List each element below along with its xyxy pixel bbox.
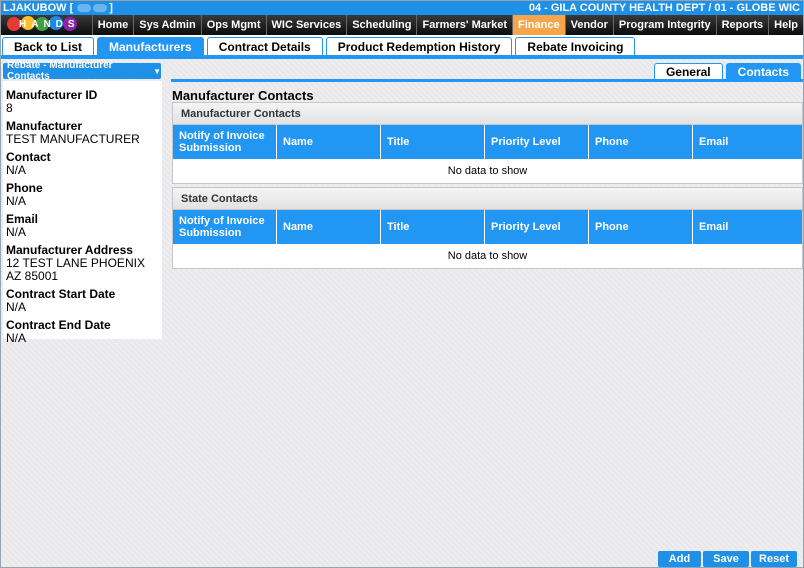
contacts-view-dropdown[interactable]: Rebate - Manufacturer Contacts ▼: [3, 60, 161, 82]
field-value: N/A: [6, 225, 27, 239]
tab-contract-details[interactable]: Contract Details: [206, 37, 323, 55]
empty-message: No data to show: [447, 165, 528, 177]
field-manufacturer: Manufacturer TEST MANUFACTURER: [6, 120, 162, 146]
tab-contacts[interactable]: Contacts: [725, 63, 801, 79]
nav-wic-services[interactable]: WIC Services: [265, 15, 347, 35]
state-contacts-grid: State Contacts Notify of Invoice Submiss…: [172, 187, 803, 269]
detail-tabs: General Contacts: [171, 63, 803, 82]
col-name[interactable]: Name: [277, 210, 381, 244]
grid-header: Notify of Invoice Submission Name Title …: [173, 210, 802, 244]
grid-title: Manufacturer Contacts: [173, 103, 802, 125]
col-priority-level[interactable]: Priority Level: [485, 125, 589, 159]
username-suffix: ]: [109, 2, 113, 14]
nav-items: Home Sys Admin Ops Mgmt WIC Services Sch…: [91, 15, 803, 35]
user-status-bar: LJAKUBOW [ ] 04 - GILA COUNTY HEALTH DEP…: [1, 1, 803, 15]
empty-message: No data to show: [447, 250, 528, 262]
col-name[interactable]: Name: [277, 125, 381, 159]
agency-label: 04 - GILA COUNTY HEALTH DEPT / 01 - GLOB…: [528, 2, 800, 14]
main-nav: HANDS Home Sys Admin Ops Mgmt WIC Servic…: [1, 15, 803, 35]
tab-manufacturers[interactable]: Manufacturers: [97, 37, 204, 55]
chevron-down-icon: ▼: [153, 66, 161, 76]
manufacturer-summary-panel: Manufacturer ID 8 Manufacturer TEST MANU…: [3, 81, 162, 345]
nav-scheduling[interactable]: Scheduling: [346, 15, 416, 35]
nav-finance[interactable]: Finance: [512, 15, 565, 35]
col-phone[interactable]: Phone: [589, 125, 693, 159]
col-notify[interactable]: Notify of Invoice Submission: [173, 125, 277, 159]
action-buttons: Add Save Reset: [658, 551, 797, 567]
nav-farmers-market[interactable]: Farmers' Market: [416, 15, 512, 35]
field-manufacturer-id: Manufacturer ID 8: [6, 89, 162, 115]
field-label: Phone: [6, 181, 43, 195]
page-title: Manufacturer Contacts: [172, 88, 314, 103]
col-title[interactable]: Title: [381, 125, 485, 159]
field-value: 8: [6, 101, 13, 115]
grid-header: Notify of Invoice Submission Name Title …: [173, 125, 802, 159]
field-phone: Phone N/A: [6, 182, 162, 208]
field-value: N/A: [6, 331, 27, 345]
field-label: Manufacturer ID: [6, 88, 98, 102]
nav-home[interactable]: Home: [91, 15, 134, 35]
col-email[interactable]: Email: [693, 210, 800, 244]
field-value: N/A: [6, 194, 27, 208]
field-contract-end-date: Contract End Date N/A: [6, 319, 162, 345]
username: LJAKUBOW [: [3, 2, 74, 14]
nav-sys-admin[interactable]: Sys Admin: [133, 15, 200, 35]
field-manufacturer-address: Manufacturer Address 12 TEST LANE PHOENI…: [6, 244, 162, 283]
field-email: Email N/A: [6, 213, 162, 239]
nav-help[interactable]: Help: [768, 15, 803, 35]
field-label: Contract Start Date: [6, 287, 116, 301]
subtab-row: Back to List Manufacturers Contract Deta…: [1, 35, 803, 59]
col-email[interactable]: Email: [693, 125, 800, 159]
nav-vendor[interactable]: Vendor: [564, 15, 613, 35]
manufacturer-contacts-grid: Manufacturer Contacts Notify of Invoice …: [172, 102, 803, 184]
field-label: Contract End Date: [6, 318, 111, 332]
reset-button[interactable]: Reset: [751, 551, 797, 567]
field-value: TEST MANUFACTURER: [6, 132, 140, 146]
logo-text: HANDS: [19, 19, 80, 30]
field-value: N/A: [6, 163, 27, 177]
col-priority-level[interactable]: Priority Level: [485, 210, 589, 244]
field-value: N/A: [6, 300, 27, 314]
nav-reports[interactable]: Reports: [715, 15, 769, 35]
save-button[interactable]: Save: [703, 551, 749, 567]
field-label: Email: [6, 212, 39, 226]
tab-general[interactable]: General: [653, 63, 723, 79]
nav-ops-mgmt[interactable]: Ops Mgmt: [200, 15, 266, 35]
field-contact: Contact N/A: [6, 151, 162, 177]
field-label: Contact: [6, 150, 51, 164]
field-contract-start-date: Contract Start Date N/A: [6, 288, 162, 314]
hands-logo[interactable]: HANDS: [1, 15, 77, 35]
user-buttons[interactable]: [77, 4, 108, 12]
user-info: LJAKUBOW [ ]: [3, 2, 113, 14]
tab-back-to-list[interactable]: Back to List: [2, 37, 95, 55]
col-title[interactable]: Title: [381, 210, 485, 244]
tab-product-redemption-history[interactable]: Product Redemption History: [325, 37, 513, 55]
col-notify[interactable]: Notify of Invoice Submission: [173, 210, 277, 244]
nav-program-integrity[interactable]: Program Integrity: [612, 15, 716, 35]
col-phone[interactable]: Phone: [589, 210, 693, 244]
grid-title: State Contacts: [173, 188, 802, 210]
field-value: 12 TEST LANE PHOENIX AZ 85001: [6, 256, 145, 283]
tab-rebate-invoicing[interactable]: Rebate Invoicing: [515, 37, 636, 55]
dropdown-label: Rebate - Manufacturer Contacts: [7, 60, 113, 82]
add-button[interactable]: Add: [658, 551, 701, 567]
